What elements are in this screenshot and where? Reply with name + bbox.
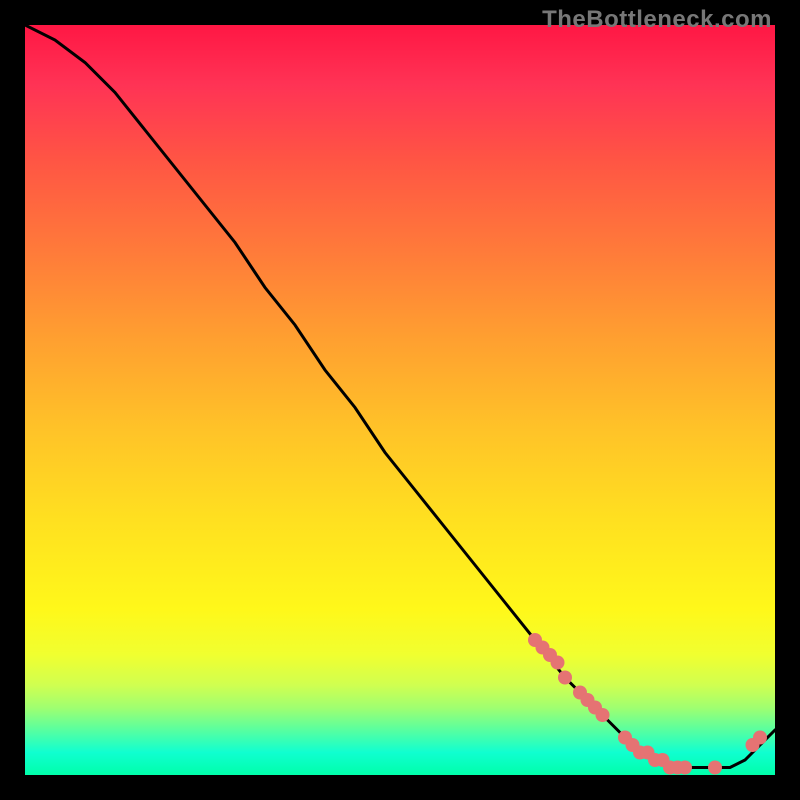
bottleneck-curve-path [25, 25, 775, 768]
data-point [626, 738, 640, 752]
data-point [543, 648, 557, 662]
data-point [633, 746, 647, 760]
data-point [596, 708, 610, 722]
data-point [663, 761, 677, 775]
data-point [551, 656, 565, 670]
data-point [536, 641, 550, 655]
watermark-text: TheBottleneck.com [542, 6, 772, 34]
data-point [588, 701, 602, 715]
data-point [648, 753, 662, 767]
data-point [558, 671, 572, 685]
data-point [641, 746, 655, 760]
data-point [618, 731, 632, 745]
data-point [656, 753, 670, 767]
data-point [581, 693, 595, 707]
data-point [671, 761, 685, 775]
data-point [528, 633, 542, 647]
plot-area [25, 25, 775, 775]
data-point [753, 731, 767, 745]
data-point [678, 761, 692, 775]
scatter-series [528, 633, 767, 775]
chart-svg [25, 25, 775, 775]
data-point [708, 761, 722, 775]
line-series [25, 25, 775, 768]
chart-container: TheBottleneck.com [0, 0, 800, 800]
data-point [573, 686, 587, 700]
data-point [746, 738, 760, 752]
